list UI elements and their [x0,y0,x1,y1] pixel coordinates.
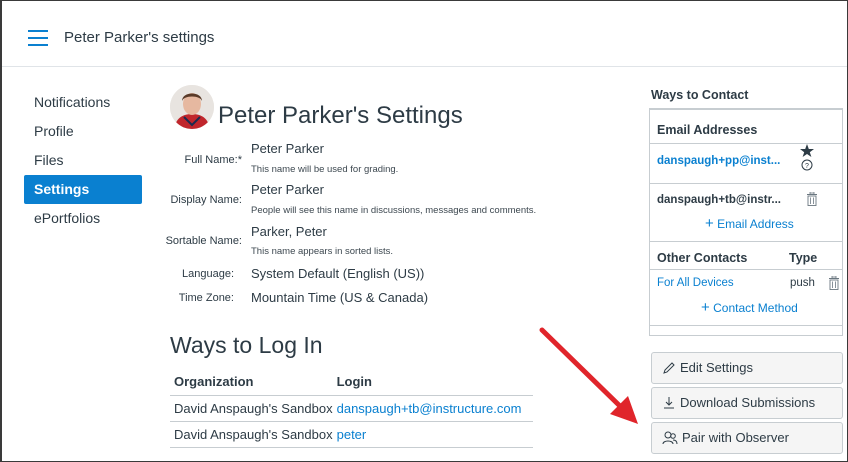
add-email-address-link[interactable]: + Email Address [705,215,794,232]
observer-users-icon [662,431,678,445]
sortable-name-label: Sortable Name: [165,235,242,247]
login-link[interactable]: peter [332,421,533,448]
table-row: David Anspaugh's Sandbox peter [170,421,533,448]
pair-with-observer-button[interactable]: Pair with Observer [651,422,843,454]
red-arrow-annotation [539,327,638,424]
full-name-label: Full Name:* [184,154,242,166]
nav-item-settings[interactable]: Settings [24,175,142,204]
full-name-value: Peter Parker [251,141,324,156]
svg-text:?: ? [805,163,809,170]
table-header-row: Organization Login [170,369,533,396]
edit-settings-label: Edit Settings [680,360,753,375]
login-link[interactable]: danspaugh+tb@instructure.com [332,395,533,422]
pair-with-observer-label: Pair with Observer [682,430,789,445]
add-contact-label: Contact Method [713,301,798,315]
download-icon [664,397,674,409]
other-contacts-heading: Other Contacts [657,251,748,265]
display-name-label: Display Name: [170,194,242,206]
language-value: System Default (English (US)) [251,266,425,281]
ways-to-contact-heading: Ways to Contact [651,88,749,102]
nav-item-eportfolios[interactable]: ePortfolios [24,204,142,233]
nav-item-files[interactable]: Files [24,146,142,175]
email-addresses-heading: Email Addresses [657,123,758,137]
hamburger-menu-icon[interactable] [28,30,48,46]
edit-settings-button[interactable]: Edit Settings [651,352,843,384]
display-name-value: Peter Parker [251,182,324,197]
add-email-label: Email Address [717,217,794,231]
pencil-icon [663,362,675,374]
full-name-hint: This name will be used for grading. [251,164,399,175]
email-address-link[interactable]: danspaugh+pp@inst... [657,155,780,167]
contact-box: Email Addresses danspaugh+pp@inst... ? d… [649,108,843,336]
column-header-organization: Organization [170,369,333,396]
plus-icon: + [701,299,710,316]
table-row: David Anspaugh's Sandbox danspaugh+tb@in… [170,395,533,422]
page-title: Peter Parker's Settings [218,102,463,129]
trash-icon[interactable] [806,191,818,211]
nav-item-notifications[interactable]: Notifications [24,88,142,117]
language-label: Language: [182,268,234,280]
ways-to-log-in-heading: Ways to Log In [170,332,323,358]
default-star-icon[interactable]: ? [800,143,814,178]
timezone-value: Mountain Time (US & Canada) [251,290,429,305]
trash-icon[interactable] [828,275,840,295]
sortable-name-value: Parker, Peter [251,224,327,239]
type-heading: Type [789,251,818,265]
organization-cell: David Anspaugh's Sandbox [170,421,333,448]
breadcrumb-title: Peter Parker's settings [64,29,215,46]
display-name-hint: People will see this name in discussions… [251,205,537,216]
download-submissions-button[interactable]: Download Submissions [651,387,843,419]
timezone-label: Time Zone: [178,292,234,304]
add-contact-method-link[interactable]: + Contact Method [701,299,798,316]
other-contact-link[interactable]: For All Devices [657,277,734,289]
nav-item-profile[interactable]: Profile [24,117,142,146]
plus-icon: + [705,215,714,232]
email-address: danspaugh+tb@instr... [657,194,781,206]
avatar[interactable] [170,85,214,129]
column-header-login: Login [332,369,533,396]
organization-cell: David Anspaugh's Sandbox [170,395,333,422]
page-header: Peter Parker's settings [2,1,847,67]
download-submissions-label: Download Submissions [680,395,816,410]
contact-type: push [790,277,815,289]
logins-table: Organization Login David Anspaugh's Sand… [170,369,533,448]
sortable-name-hint: This name appears in sorted lists. [251,246,394,257]
settings-nav: Notifications Profile Files Settings ePo… [24,88,142,233]
